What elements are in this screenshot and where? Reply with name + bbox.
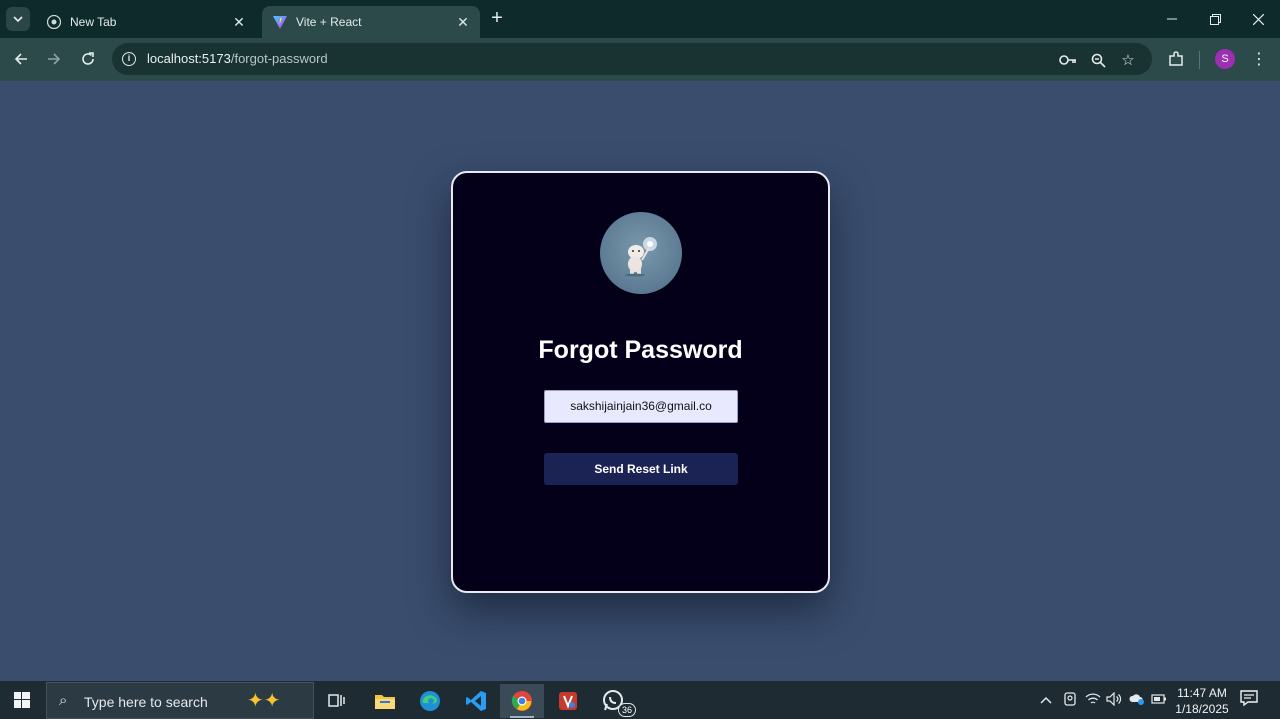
- restore-button[interactable]: [1195, 6, 1235, 32]
- notification-badge: 36: [618, 703, 636, 717]
- chrome-icon: [511, 691, 532, 711]
- minimize-button[interactable]: [1152, 6, 1192, 32]
- logo-avatar: [600, 212, 682, 294]
- page-title: Forgot Password: [538, 336, 743, 364]
- chrome-taskbar-button[interactable]: [500, 684, 544, 718]
- chrome-icon: [46, 14, 62, 30]
- windows-icon: [14, 692, 30, 708]
- meet-icon[interactable]: [1063, 692, 1077, 709]
- folder-icon: [375, 695, 395, 709]
- browser-toolbar: i localhost:5173/forgot-password ☆ S ⋮: [0, 38, 1280, 81]
- tab-strip: New Tab ✕ Vite + React ✕ +: [0, 0, 1280, 38]
- windows-start-button[interactable]: [8, 688, 36, 712]
- restore-icon: [1209, 13, 1221, 25]
- bookmark-star-icon[interactable]: ☆: [1118, 50, 1138, 70]
- toolbar-divider: [1199, 51, 1200, 69]
- clock-time: 11:47 AM: [1177, 686, 1227, 700]
- arrow-right-icon: [48, 53, 61, 65]
- task-view-button[interactable]: [315, 684, 359, 718]
- edge-button[interactable]: [408, 684, 452, 718]
- onedrive-icon[interactable]: [1128, 692, 1146, 709]
- extensions-icon[interactable]: [1164, 47, 1188, 71]
- app-button[interactable]: [546, 684, 590, 718]
- vite-icon: [272, 14, 288, 30]
- tab-vite-react[interactable]: Vite + React ✕: [262, 6, 480, 38]
- active-indicator: [510, 716, 534, 718]
- profile-avatar[interactable]: S: [1215, 49, 1235, 69]
- clock-date: 1/18/2025: [1175, 702, 1229, 716]
- url-text: localhost:5173/forgot-password: [147, 51, 328, 66]
- tab-search-button[interactable]: [6, 7, 30, 31]
- close-tab-icon[interactable]: ✕: [228, 11, 250, 33]
- task-view-icon: [328, 694, 345, 707]
- show-hidden-icons-icon[interactable]: [1040, 692, 1052, 707]
- edge-icon: [420, 691, 440, 711]
- address-bar[interactable]: i localhost:5173/forgot-password ☆: [112, 43, 1152, 75]
- battery-icon[interactable]: [1151, 692, 1167, 707]
- reload-icon: [82, 52, 94, 65]
- back-button[interactable]: [8, 46, 34, 72]
- close-window-button[interactable]: [1238, 6, 1278, 32]
- tab-title: Vite + React: [296, 15, 362, 29]
- vs-code-button[interactable]: [454, 684, 498, 718]
- search-placeholder: Type here to search: [84, 694, 208, 710]
- forgot-password-card: Forgot Password sakshijainjain36@gmail.c…: [451, 171, 830, 593]
- wifi-icon[interactable]: [1085, 692, 1101, 709]
- tab-title: New Tab: [70, 15, 117, 29]
- copilot-sparkle-icon: ✦✦: [247, 690, 281, 712]
- whatsapp-button[interactable]: 36: [592, 684, 636, 718]
- close-icon: [1252, 13, 1264, 25]
- more-menu-icon[interactable]: ⋮: [1247, 47, 1271, 71]
- system-clock[interactable]: 11:47 AM 1/18/2025: [1172, 685, 1232, 717]
- password-key-icon[interactable]: [1058, 50, 1078, 70]
- zoom-icon[interactable]: [1088, 50, 1108, 70]
- reload-button[interactable]: [75, 46, 101, 72]
- send-reset-link-button[interactable]: Send Reset Link: [544, 453, 738, 485]
- tab-new-tab[interactable]: New Tab ✕: [36, 6, 256, 38]
- app-icon: [559, 692, 577, 710]
- email-field[interactable]: sakshijainjain36@gmail.co: [544, 390, 738, 423]
- forward-button[interactable]: [41, 46, 67, 72]
- taskbar-search-box[interactable]: ⌕ Type here to search ✦✦: [46, 682, 314, 719]
- site-info-icon[interactable]: i: [122, 52, 136, 66]
- search-icon: ⌕: [59, 692, 68, 709]
- notifications-icon[interactable]: [1240, 690, 1258, 710]
- volume-icon[interactable]: [1106, 691, 1122, 709]
- vs-code-icon: [466, 691, 486, 711]
- minimize-icon: [1167, 18, 1177, 20]
- new-tab-button[interactable]: +: [486, 8, 508, 30]
- chevron-down-icon: [13, 16, 23, 23]
- file-explorer-button[interactable]: [363, 684, 407, 718]
- close-tab-icon[interactable]: ✕: [452, 11, 474, 33]
- windows-taskbar: ⌕ Type here to search ✦✦ 36 11:47 AM 1/1…: [0, 681, 1280, 719]
- arrow-left-icon: [14, 53, 27, 65]
